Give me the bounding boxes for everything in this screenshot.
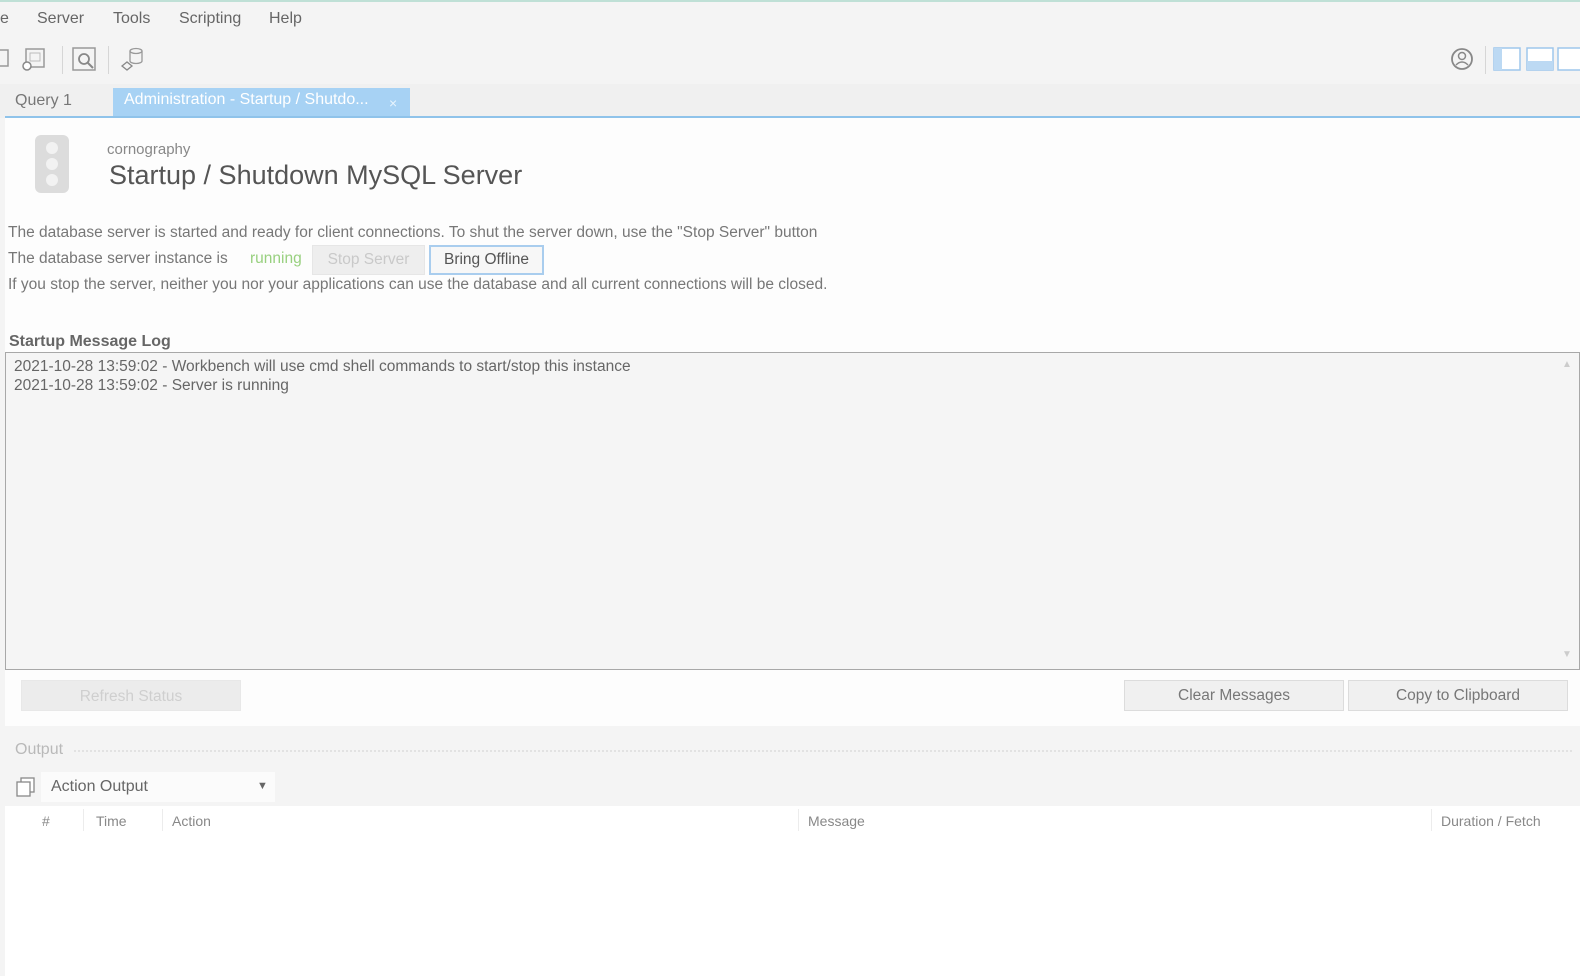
database-connect-icon[interactable] xyxy=(118,44,148,74)
stop-server-button[interactable]: Stop Server xyxy=(312,245,425,275)
startup-message-log[interactable]: 2021-10-28 13:59:02 - Workbench will use… xyxy=(5,352,1580,670)
toggle-output-panel-icon[interactable] xyxy=(1525,44,1555,74)
action-output-grid[interactable]: # Time Action Message Duration / Fetch xyxy=(5,806,1580,976)
column-header-message[interactable]: Message xyxy=(808,813,865,829)
column-separator xyxy=(162,809,163,831)
menu-tools[interactable]: Tools xyxy=(113,10,150,28)
toolbar-separator xyxy=(62,46,63,74)
menu-server[interactable]: Server xyxy=(37,10,84,28)
menu-help[interactable]: Help xyxy=(269,10,302,28)
chevron-down-icon: ▼ xyxy=(257,780,268,792)
inspector-icon[interactable] xyxy=(69,44,99,74)
status-prefix: The database server instance is xyxy=(8,250,228,267)
tab-label: Administration - Startup / Shutdo... xyxy=(124,91,369,108)
column-header-duration[interactable]: Duration / Fetch xyxy=(1441,813,1541,829)
log-line: 2021-10-28 13:59:02 - Server is running xyxy=(14,377,289,394)
scroll-up-icon[interactable]: ▲ xyxy=(1562,359,1572,370)
column-separator xyxy=(83,809,84,831)
scroll-down-icon[interactable]: ▼ xyxy=(1562,649,1572,660)
user-profile-icon[interactable] xyxy=(1447,44,1477,74)
new-sql-tab-icon[interactable] xyxy=(0,44,14,74)
log-line: 2021-10-28 13:59:02 - Workbench will use… xyxy=(14,358,631,375)
traffic-light-icon xyxy=(33,134,71,194)
output-type-select[interactable]: Action Output ▼ xyxy=(41,772,275,802)
bring-offline-button[interactable]: Bring Offline xyxy=(429,245,544,275)
splitter-grip[interactable] xyxy=(73,749,1573,753)
copy-to-clipboard-button[interactable]: Copy to Clipboard xyxy=(1348,680,1568,711)
refresh-status-button[interactable]: Refresh Status xyxy=(21,680,241,711)
tab-query-1[interactable]: Query 1 xyxy=(6,89,81,115)
column-header-number[interactable]: # xyxy=(42,813,50,829)
startup-shutdown-panel: cornography Startup / Shutdown MySQL Ser… xyxy=(5,118,1580,726)
toolbar-separator xyxy=(1485,46,1486,74)
output-toolbar: Action Output ▼ xyxy=(5,768,1580,806)
copy-icon[interactable] xyxy=(15,776,37,798)
output-title: Output xyxy=(15,741,64,758)
menu-database[interactable]: e xyxy=(0,10,9,28)
toggle-sidebar-icon[interactable] xyxy=(1492,44,1522,74)
toolbar xyxy=(0,36,1580,84)
log-label: Startup Message Log xyxy=(9,333,171,350)
close-tab-icon[interactable]: × xyxy=(389,91,397,115)
menu-bar: e Server Tools Scripting Help xyxy=(0,2,1580,36)
connection-name: cornography xyxy=(107,141,191,158)
output-header: Output xyxy=(5,735,1580,765)
column-separator xyxy=(1431,809,1432,831)
column-separator xyxy=(798,809,799,831)
page-title: Startup / Shutdown MySQL Server xyxy=(109,160,523,190)
tab-administration-startup[interactable]: Administration - Startup / Shutdo... × xyxy=(113,88,410,117)
clear-messages-button[interactable]: Clear Messages xyxy=(1124,680,1344,711)
toggle-secondary-sidebar-icon[interactable] xyxy=(1556,44,1580,74)
output-type-value: Action Output xyxy=(51,778,148,795)
toolbar-separator xyxy=(108,46,109,74)
status-description: The database server is started and ready… xyxy=(8,224,818,241)
stop-warning: If you stop the server, neither you nor … xyxy=(8,276,828,293)
open-sql-script-icon[interactable] xyxy=(19,44,49,74)
column-header-action[interactable]: Action xyxy=(172,813,211,829)
column-header-time[interactable]: Time xyxy=(96,813,127,829)
server-state-label: running xyxy=(250,250,302,267)
menu-scripting[interactable]: Scripting xyxy=(179,10,241,28)
